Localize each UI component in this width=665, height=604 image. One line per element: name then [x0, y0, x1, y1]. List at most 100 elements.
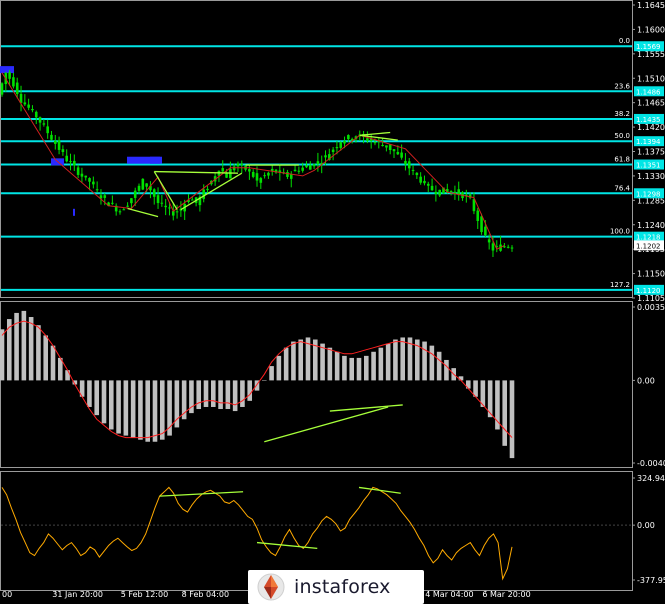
macd-bar: [0, 329, 5, 381]
candle-body: [396, 151, 400, 155]
candle-body: [23, 102, 27, 105]
candle-body: [190, 199, 194, 201]
candle-body: [506, 246, 510, 248]
candle-body: [438, 189, 441, 196]
candle-body: [426, 183, 430, 186]
divergence-line: [127, 207, 159, 218]
macd-bar: [240, 380, 245, 407]
candle-body: [343, 140, 346, 144]
candle-body: [293, 169, 297, 172]
time-tick-label: 5 Feb 12:00: [121, 590, 168, 599]
candle-body: [57, 140, 61, 150]
macd-scale-label: 0.00359: [637, 303, 665, 312]
candle-body: [255, 173, 259, 181]
candle-body: [286, 172, 289, 177]
candle-body: [449, 191, 453, 193]
candle-body: [487, 239, 491, 243]
candle-body: [331, 149, 335, 153]
macd-bar: [495, 380, 500, 430]
macd-bar: [385, 343, 391, 381]
candle-body: [175, 211, 179, 213]
fib-price-label: 1.1298: [636, 190, 661, 198]
candle-body: [381, 145, 384, 147]
macd-bar: [363, 355, 369, 381]
candle-body: [95, 189, 99, 191]
macd-bar: [276, 355, 282, 381]
macd-panel: 0.00359 0.00 -0.00404: [0, 303, 665, 468]
macd-bar: [393, 339, 398, 381]
fib-ratio-label: 100.0: [610, 228, 630, 236]
panel-frames: [0, 0, 633, 591]
macd-bar: [436, 351, 442, 381]
candle-body: [335, 147, 339, 149]
candle-body: [324, 155, 327, 158]
zigzag-line: [1, 72, 505, 250]
candle-body: [92, 181, 95, 185]
candle-body: [73, 160, 76, 166]
candle-body: [289, 174, 293, 179]
candle-body: [248, 169, 251, 172]
candle-body: [407, 161, 411, 169]
candle-body: [103, 195, 107, 198]
cci-scale-label: 0.00: [637, 521, 655, 530]
fib-price-label: 1.1486: [636, 88, 661, 96]
fib-levels: 0.0 1.1569 23.6 1.1486 38.2 1.1435 50.0 1.1394 6…: [1, 37, 664, 295]
time-tick-label: 6 Mar 20:00: [482, 590, 530, 599]
macd-bar: [320, 343, 325, 381]
macd-bar: [502, 380, 508, 446]
fib-price-label: 1.1120: [636, 287, 661, 295]
candle-body: [388, 144, 392, 150]
macd-bar: [342, 355, 347, 381]
candle-body: [301, 167, 304, 171]
macd-bar: [43, 335, 49, 381]
macd-bar: [298, 339, 304, 381]
candle-body: [411, 169, 415, 171]
macd-bar: [101, 380, 107, 424]
macd-bar: [152, 380, 158, 442]
candle-body: [312, 164, 316, 167]
price-tick-label: 1.1465: [637, 99, 665, 108]
cci-divergence-line: [159, 491, 244, 497]
candle-body: [480, 216, 483, 233]
candles: [0, 69, 514, 258]
macd-bar: [196, 380, 202, 410]
macd-bar: [28, 317, 34, 381]
candle-body: [152, 189, 156, 197]
candle-body: [419, 176, 422, 183]
candle-body: [80, 173, 84, 177]
macd-bar: [203, 380, 209, 407]
macd-bar: [159, 380, 165, 440]
macd-divergence-line: [264, 406, 389, 443]
macd-bar: [65, 370, 70, 381]
candle-body: [392, 149, 396, 152]
macd-bar: [108, 380, 114, 430]
candle-body: [160, 202, 164, 204]
macd-bar: [247, 380, 253, 401]
macd-bar: [371, 351, 376, 381]
candle-body: [168, 207, 171, 209]
macd-bar: [6, 319, 12, 381]
candle-body: [122, 209, 126, 211]
candle-body: [297, 170, 301, 172]
fib-ratio-label: 127.2: [610, 281, 630, 289]
fib-ratio-label: 23.6: [614, 82, 630, 90]
fib-price-label: 1.1569: [636, 43, 661, 51]
cci-scale-label: -377.957: [637, 576, 665, 585]
candle-body: [137, 185, 141, 191]
macd-bar: [356, 357, 362, 381]
cci-scale-label: 324.9432: [637, 474, 665, 483]
macd-bar: [422, 341, 427, 381]
support-marker: [150, 156, 162, 164]
current-price: 1.1202: [634, 240, 664, 251]
candle-body: [339, 142, 343, 148]
candle-body: [400, 152, 403, 158]
candle-body: [202, 189, 206, 199]
macd-bar: [36, 325, 41, 381]
macd-bar: [429, 345, 435, 381]
price-tick-label: 1.1150: [637, 270, 665, 279]
candle-body: [366, 138, 369, 141]
macd-bar: [334, 351, 340, 381]
macd-bar: [283, 347, 289, 381]
macd-signal-line: [1, 320, 513, 439]
candle-body: [31, 109, 34, 111]
